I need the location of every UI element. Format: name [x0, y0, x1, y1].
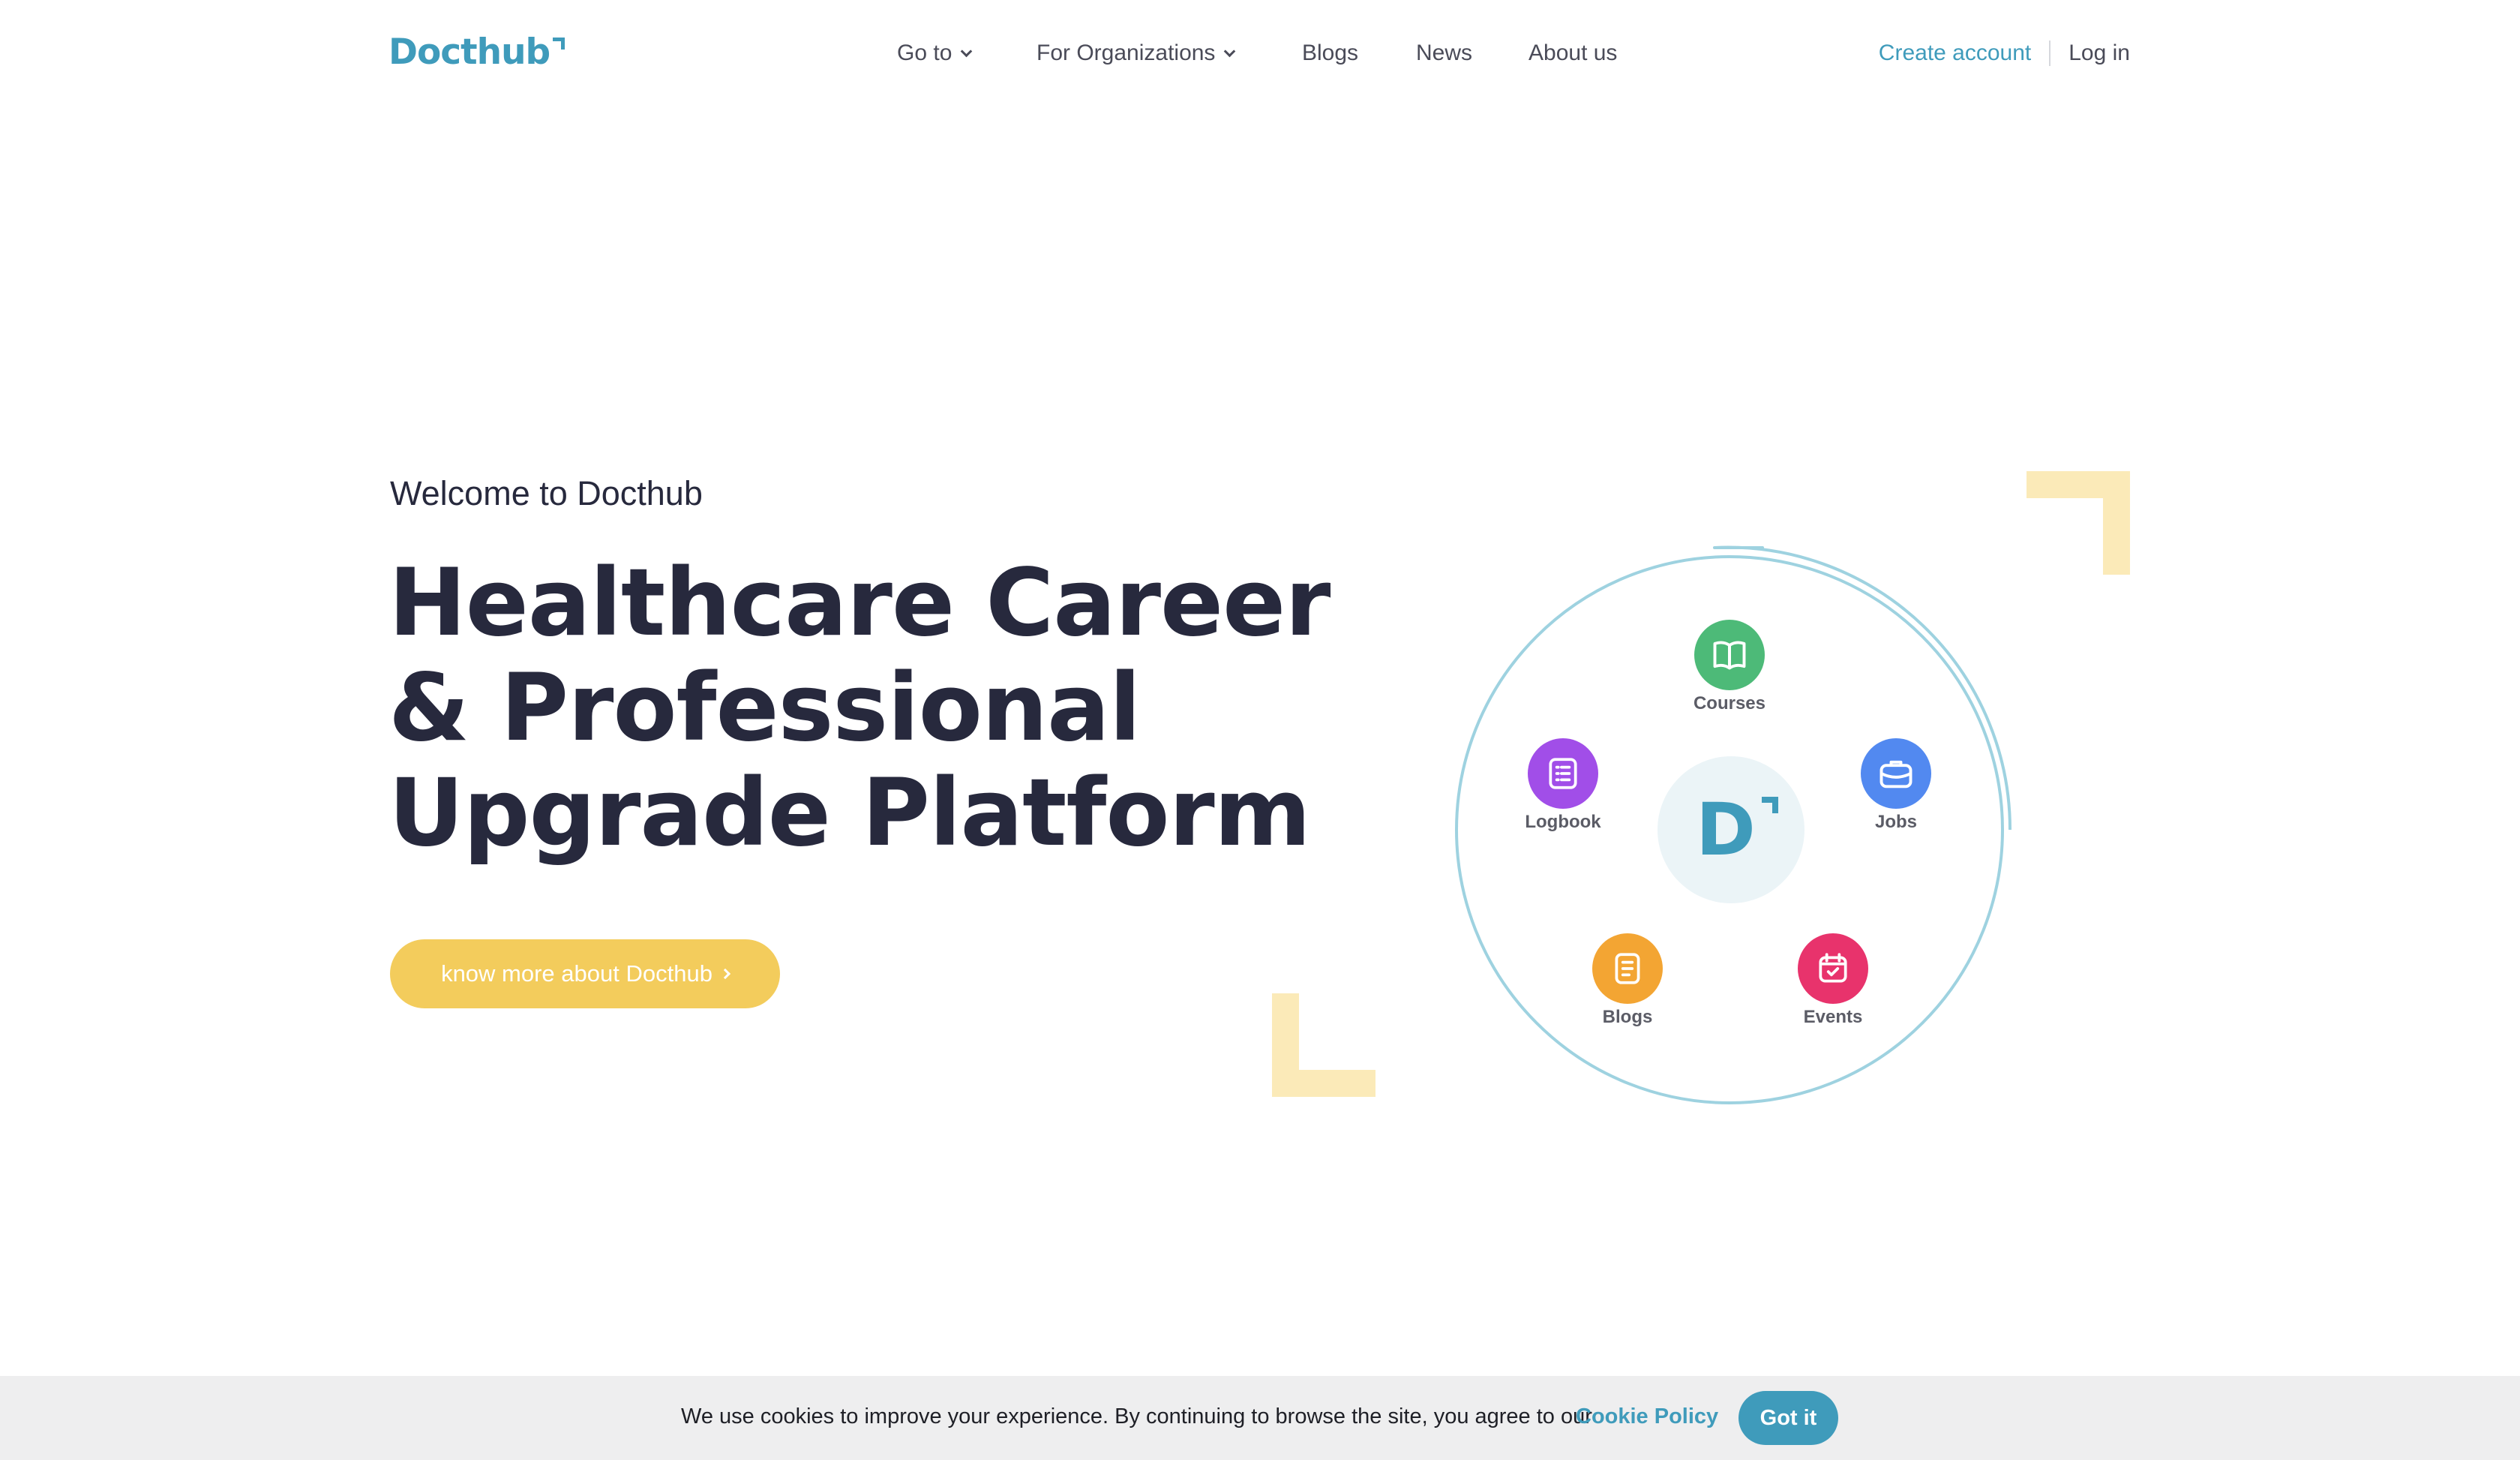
node-blogs-label: Blogs	[1602, 1007, 1653, 1027]
nav-news[interactable]: News	[1416, 38, 1472, 69]
nav-news-label: News	[1416, 41, 1473, 65]
headline-line: & Professional	[388, 654, 1141, 762]
know-more-label: know more about Docthub	[441, 960, 712, 987]
node-logbook-label: Logbook	[1525, 812, 1601, 832]
nav-for-organizations[interactable]: For Organizations	[1036, 38, 1236, 69]
calendar-check-icon	[1798, 933, 1868, 1004]
cookie-banner: We use cookies to improve your experienc…	[0, 1376, 2520, 1460]
chevron-down-icon	[1224, 45, 1236, 57]
logo-text: Docthub	[388, 32, 550, 73]
center-logo: D	[1658, 756, 1804, 903]
logo-mark	[1761, 797, 1778, 813]
create-account-link[interactable]: Create account	[1879, 41, 2031, 66]
cookie-message: We use cookies to improve your experienc…	[681, 1404, 1592, 1428]
chevron-right-icon	[719, 968, 731, 980]
node-jobs[interactable]: Jobs	[1844, 738, 1948, 833]
nav-blogs[interactable]: Blogs	[1302, 38, 1358, 69]
know-more-button[interactable]: know more about Docthub	[390, 939, 780, 1008]
chevron-down-icon	[961, 45, 973, 57]
briefcase-icon	[1861, 738, 1931, 809]
center-logo-letter: D	[1696, 794, 1778, 866]
nav-goto[interactable]: Go to	[897, 38, 973, 69]
node-courses-label: Courses	[1693, 693, 1766, 713]
node-events[interactable]: Events	[1780, 933, 1886, 1028]
list-icon	[1528, 738, 1598, 809]
nav-blogs-label: Blogs	[1302, 41, 1359, 65]
welcome-text: Welcome to Docthub	[390, 474, 703, 512]
nav-goto-label: Go to	[897, 41, 952, 65]
auth-links: Create account Log in	[1879, 38, 2130, 69]
node-events-label: Events	[1803, 1007, 1863, 1027]
open-book-icon	[1694, 620, 1765, 690]
document-icon	[1592, 933, 1663, 1004]
headline-line: Healthcare Career	[388, 549, 1330, 657]
login-link[interactable]: Log in	[2068, 41, 2130, 66]
hero-headline: Healthcare Career & Professional Upgrade…	[388, 551, 1330, 866]
nav-for-organizations-label: For Organizations	[1036, 41, 1216, 65]
node-jobs-label: Jobs	[1874, 812, 1917, 832]
node-logbook[interactable]: Logbook	[1510, 738, 1616, 833]
nav-about-us[interactable]: About us	[1528, 38, 1617, 69]
nav-about-us-label: About us	[1528, 41, 1618, 65]
node-courses[interactable]: Courses	[1677, 620, 1782, 714]
node-blogs[interactable]: Blogs	[1575, 933, 1680, 1028]
logo-mark	[553, 38, 566, 50]
auth-divider	[2049, 41, 2051, 66]
logo[interactable]: Docthub	[388, 32, 566, 73]
got-it-button[interactable]: Got it	[1738, 1391, 1838, 1445]
decor-corner-bottom-left	[1272, 993, 1376, 1097]
cookie-policy-link[interactable]: Cookie Policy	[1576, 1404, 1718, 1429]
headline-line: Upgrade Platform	[388, 759, 1311, 867]
center-letter: D	[1696, 788, 1756, 872]
feature-orbit: D Courses Logbook Jobs Blogs Events	[1425, 525, 2100, 1125]
